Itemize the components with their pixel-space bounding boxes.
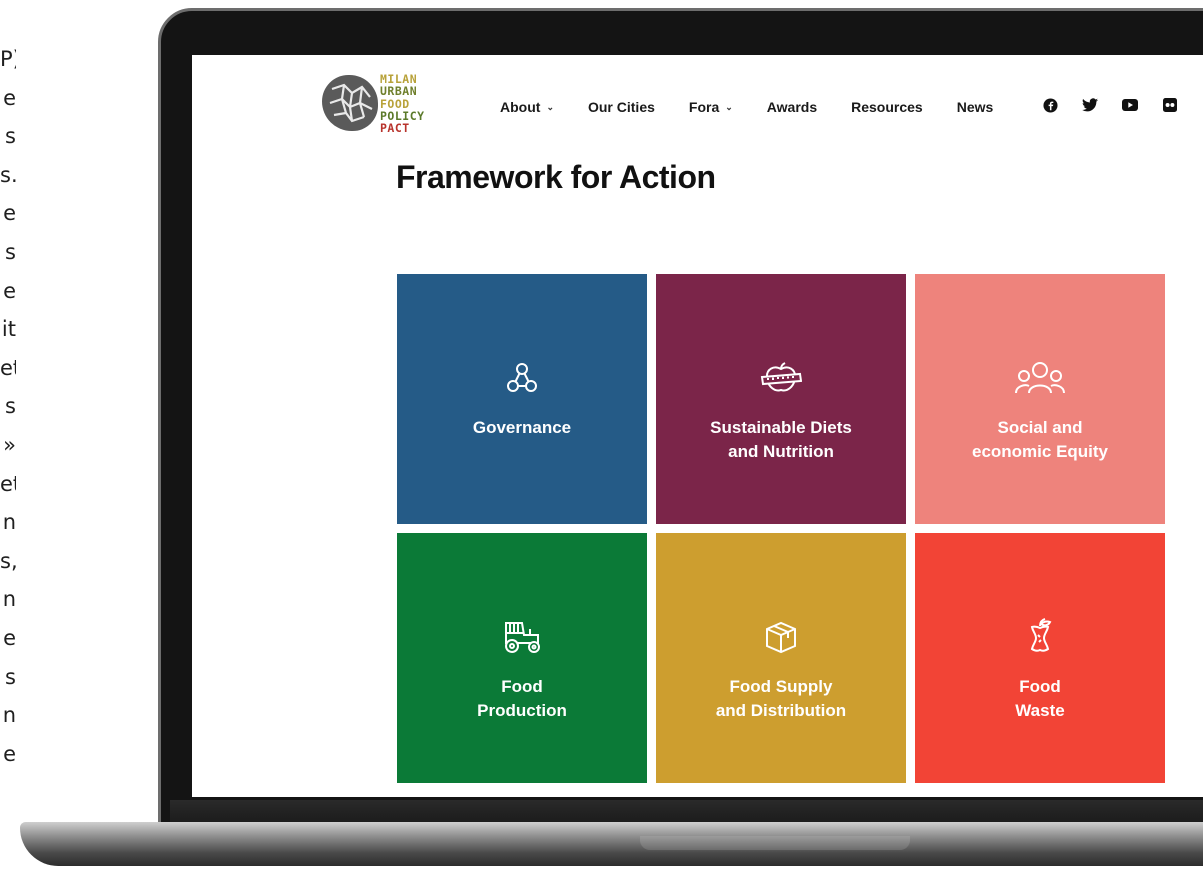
apple-measure-icon xyxy=(760,360,802,396)
nav-label: News xyxy=(956,99,994,115)
tractor-icon xyxy=(500,619,544,655)
laptop-screen: MILAN URBAN FOOD POLICY PACT About ⌄ Our… xyxy=(192,55,1203,797)
clipped-text-line: e xyxy=(3,278,16,303)
network-icon xyxy=(505,360,539,396)
logo-map-icon xyxy=(322,75,378,131)
clipped-text-line: et xyxy=(0,355,16,380)
clipped-text-line: n xyxy=(2,510,16,535)
tile-label: Food Supply and Distribution xyxy=(715,677,847,720)
box-icon xyxy=(763,619,799,655)
tile-food-waste[interactable]: Food Waste xyxy=(915,533,1165,783)
framework-grid: Governance Sustainable Diets and Nutriti… xyxy=(397,274,1165,784)
chevron-down-icon: ⌄ xyxy=(546,101,554,112)
laptop-notch xyxy=(640,836,910,850)
tile-food-supply[interactable]: Food Supply and Distribution xyxy=(656,533,906,783)
nav-news[interactable]: News xyxy=(957,99,994,115)
chevron-down-icon: ⌄ xyxy=(725,101,733,112)
youtube-icon[interactable] xyxy=(1122,97,1138,113)
social-links xyxy=(1042,97,1202,113)
tile-governance[interactable]: Governance xyxy=(397,274,647,524)
clipped-text-line: s. xyxy=(0,162,16,187)
nav-our-cities[interactable]: Our Cities xyxy=(588,99,655,115)
tile-label: Social and economic Equity xyxy=(971,418,1109,461)
clipped-text-line: s xyxy=(5,239,16,264)
clipped-paragraph: P)ess.eseitets»etns,nesne xyxy=(0,40,16,773)
nav-label: Fora xyxy=(688,99,720,115)
nav-label: Awards xyxy=(766,99,818,115)
people-icon xyxy=(1014,360,1066,396)
nav-about[interactable]: About ⌄ xyxy=(500,99,554,115)
clipped-text-line: s xyxy=(5,394,16,419)
clipped-text-line: n xyxy=(2,703,16,728)
clipped-text-line: et xyxy=(0,471,16,496)
tile-label: Governance xyxy=(472,418,572,437)
nav-label: About xyxy=(500,99,541,115)
clipped-text-line: s xyxy=(5,124,16,149)
flickr-icon[interactable] xyxy=(1162,97,1178,113)
clipped-text-line: n xyxy=(2,587,16,612)
clipped-text-line: e xyxy=(3,201,16,226)
clipped-text-line: e xyxy=(3,85,16,110)
logo-text: MILAN URBAN FOOD POLICY PACT xyxy=(380,73,425,136)
tile-label: Food Production xyxy=(477,677,567,720)
nav-resources[interactable]: Resources xyxy=(851,99,923,115)
clipped-text-line: » xyxy=(3,432,16,457)
clipped-text-line: it xyxy=(1,317,16,342)
facebook-icon[interactable] xyxy=(1042,97,1058,113)
clipped-text-line: e xyxy=(3,741,16,766)
page-title: Framework for Action xyxy=(396,159,716,195)
tile-label: Sustainable Diets and Nutrition xyxy=(710,418,852,461)
tile-food-production[interactable]: Food Production xyxy=(397,533,647,783)
tile-sustainable-diets[interactable]: Sustainable Diets and Nutrition xyxy=(656,274,906,524)
tile-label: Food Waste xyxy=(1015,677,1065,720)
tile-social-equity[interactable]: Social and economic Equity xyxy=(915,274,1165,524)
laptop-base xyxy=(20,822,1203,866)
nav-label: Our Cities xyxy=(587,99,655,115)
logo-line: PACT xyxy=(380,121,410,136)
nav-fora[interactable]: Fora ⌄ xyxy=(689,99,733,115)
main-nav: About ⌄ Our Cities Fora ⌄ Awards Resourc… xyxy=(500,97,1027,117)
mufpp-logo[interactable]: MILAN URBAN FOOD POLICY PACT xyxy=(322,73,442,135)
apple-core-icon xyxy=(1025,618,1055,655)
nav-awards[interactable]: Awards xyxy=(767,99,817,115)
nav-label: Resources xyxy=(851,99,923,115)
laptop-bezel xyxy=(170,800,1203,822)
clipped-text-line: e xyxy=(3,625,16,650)
twitter-icon[interactable] xyxy=(1082,97,1098,113)
clipped-text-line: P) xyxy=(0,47,16,71)
clipped-text-line: s, xyxy=(0,548,16,573)
logo-line: URBAN xyxy=(380,84,418,99)
clipped-text-line: s xyxy=(5,664,16,689)
